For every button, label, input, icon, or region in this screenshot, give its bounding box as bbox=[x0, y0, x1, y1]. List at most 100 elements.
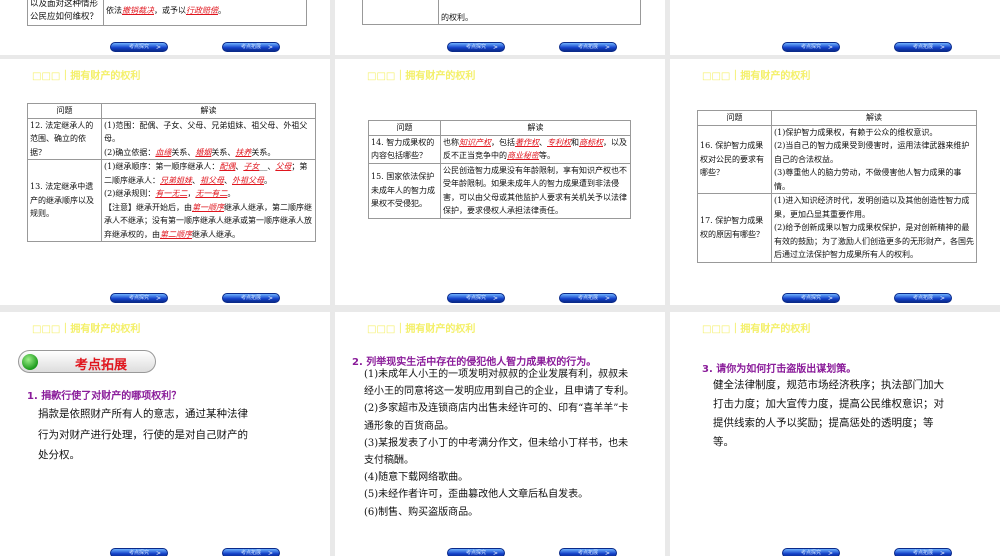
prev-section-button[interactable]: 考点探究 > bbox=[110, 293, 168, 303]
table-row: 12. 法定继承人的范围、确立的依据？ (1)范围：配偶、子女、父母、兄弟姐妹、祖… bbox=[27, 117, 316, 160]
next-section-button[interactable]: 考点拓展 > bbox=[222, 42, 280, 52]
prev-section-button[interactable]: 考点探究 > bbox=[110, 42, 168, 52]
answer-text: 、 bbox=[192, 175, 200, 185]
answer-key-term: 知识产权 bbox=[459, 137, 491, 147]
answer-paragraph: 【注意】继承开始后，由第一顺序继承人继承，第二顺序继承人不继承；没有第一顺序继承… bbox=[104, 201, 313, 242]
next-section-button[interactable]: 考点拓展 > bbox=[894, 42, 952, 52]
answer-text: __、 bbox=[259, 162, 276, 171]
answer-cell: (1)保护智力成果权，有赖于公众的维权意识。 (2)当自己的智力成果受到侵害时，运… bbox=[771, 124, 977, 194]
question-cell: 17. 保护智力成果权的原因有哪些？ bbox=[697, 193, 772, 263]
button-label: 考点探究 bbox=[465, 44, 486, 50]
slide-ip-protection: □□□｜拥有财产的权利 问题 解读 16. 保护智力成果权对公民的要求有哪些？ (1)… bbox=[670, 59, 1000, 305]
answer-text: 依法 bbox=[106, 6, 122, 16]
table-row: 16. 保护智力成果权对公民的要求有哪些？ (1)保护智力成果权，有赖于公众的维权… bbox=[697, 124, 977, 194]
next-section-button[interactable]: 考点拓展 > bbox=[894, 548, 952, 556]
slide-top-left: 以及面对这种情形公民应如何维权？ 依法撤销裁决，或予以行政赔偿。 考点探究 > 考点… bbox=[0, 0, 330, 55]
answer-key-term: 著作权 bbox=[515, 137, 539, 147]
next-section-button[interactable]: 考点拓展 > bbox=[222, 548, 280, 556]
answer-key-term: 有一无二 bbox=[155, 189, 188, 198]
prev-section-button[interactable]: 考点探究 > bbox=[782, 42, 840, 52]
answer-paragraph: (3)尊重他人的脑力劳动，不做侵害他人智力成果的事情。 bbox=[774, 166, 974, 193]
slide-inheritance: □□□｜拥有财产的权利 问题 解读 12. 法定继承人的范围、确立的依据？ (1)范围… bbox=[0, 59, 330, 305]
prev-section-button[interactable]: 考点探究 > bbox=[782, 548, 840, 556]
answer-text: (1)继承顺序：第一顺序继承人： bbox=[104, 162, 220, 171]
answer-paragraph: 也称知识产权，包括著作权、专利权和商标权，以及反不正当竞争中的商业秘密等。 bbox=[443, 136, 628, 163]
prev-section-button[interactable]: 考点探究 > bbox=[447, 293, 505, 303]
next-section-button[interactable]: 考点拓展 > bbox=[894, 293, 952, 303]
answer-text: (3)尊重他人的脑力劳动，不做侵害他人智力成果的事情。 bbox=[774, 168, 962, 191]
button-label: 考点拓展 bbox=[577, 550, 598, 556]
question-cell: 14. 智力成果权的内容包括哪些？ bbox=[368, 134, 441, 164]
answer-key-term: 第一顺序 bbox=[192, 202, 224, 212]
answer-text: (2)当自己的智力成果受到侵害时，运用法律武器来维护自己的合法权益。 bbox=[774, 141, 970, 164]
answer-key-term: 扶养 bbox=[235, 147, 252, 157]
header-title: □□□｜拥有财产的权利 bbox=[32, 324, 141, 335]
answer-key-term: 祖父母 bbox=[200, 175, 224, 185]
answer-text: (2)确立依据： bbox=[104, 147, 156, 157]
button-label: 考点拓展 bbox=[912, 44, 933, 50]
button-label: 考点探究 bbox=[465, 295, 486, 301]
answer-paragraph: (1)进入知识经济时代，发明创造以及其他创造性智力成果，更加凸显其重要作用。 bbox=[774, 194, 974, 221]
answer-cell: 依法撤销裁决，或予以行政赔偿。 bbox=[103, 0, 307, 26]
answer-key-term: 兄弟姐妹 bbox=[160, 175, 192, 185]
header-question: 问题 bbox=[27, 103, 102, 119]
ip-table: 问题 解读 14. 智力成果权的内容包括哪些？ 也称知识产权，包括著作权、专利权和商标… bbox=[368, 120, 631, 219]
answer-key-term: 第二顺序 bbox=[160, 229, 192, 239]
section-badge: 考点拓展 bbox=[18, 350, 156, 373]
green-dot-icon bbox=[22, 354, 38, 370]
next-section-button[interactable]: 考点拓展 > bbox=[222, 293, 280, 303]
answer-cell: 也称知识产权，包括著作权、专利权和商标权，以及反不正当竞争中的商业秘密等。 bbox=[440, 134, 631, 164]
badge-label: 考点拓展 bbox=[75, 358, 128, 373]
prev-section-button[interactable]: 考点探究 > bbox=[782, 293, 840, 303]
answer-text: 关系、 bbox=[211, 147, 236, 157]
list-item: (1)未成年人小王的一项发明对叔叔的企业发展有利，叔叔未经小王的同意将这一发明应… bbox=[364, 369, 634, 398]
slide-extension-1: □□□｜拥有财产的权利 考点拓展 1. 捐款行使了对财产的哪项权利？ 捐款是依照… bbox=[0, 312, 330, 556]
question-1: 1. 捐款行使了对财产的哪项权利？ bbox=[27, 391, 182, 402]
rights-table-partial: 以及面对这种情形公民应如何维权？ 依法撤销裁决，或予以行政赔偿。 bbox=[27, 0, 307, 26]
prev-section-button[interactable]: 考点探究 > bbox=[110, 548, 168, 556]
answer-text: 关系。 bbox=[251, 147, 276, 157]
answer-paragraph: (2)继承规则：有一无二，无一有二。 bbox=[104, 187, 313, 201]
answer-text: (2)继承规则： bbox=[104, 189, 156, 198]
next-section-button[interactable]: 考点拓展 > bbox=[559, 293, 617, 303]
answer-text: ，包括 bbox=[491, 137, 515, 147]
table-row: 15. 国家依法保护未成年人的智力成果权不受侵犯。 公民创造智力成果没有年龄限制，… bbox=[368, 162, 631, 219]
answer-paragraph: (2)当自己的智力成果受到侵害时，运用法律武器来维护自己的合法权益。 bbox=[774, 139, 974, 166]
answer-key-term: 撤销裁决 bbox=[122, 6, 154, 16]
button-label: 考点拓展 bbox=[240, 295, 261, 301]
header-answer: 解读 bbox=[101, 103, 316, 119]
header-title: □□□｜拥有财产的权利 bbox=[367, 71, 476, 82]
button-label: 考点探究 bbox=[128, 295, 149, 301]
answer-text: 【注意】继承开始后，由 bbox=[104, 202, 192, 212]
answer-key-term: 血缘 bbox=[155, 147, 172, 157]
question-cell: 15. 国家依法保护未成年人的智力成果权不受侵犯。 bbox=[368, 162, 441, 219]
answer-text: 等。 bbox=[539, 151, 555, 160]
button-label: 考点探究 bbox=[800, 550, 821, 556]
answer-cell: (1)继承顺序：第一顺序继承人：配偶、子女__、父母；第二顺序继承人：兄弟姐妹、… bbox=[101, 159, 316, 242]
button-label: 考点拓展 bbox=[912, 295, 933, 301]
answer-1: 捐款是依照财产所有人的意志，通过某种法律行为对财产进行处理，行使的是对自己财产的… bbox=[38, 408, 248, 461]
slide-top-mid: 的权利。 考点探究 > 考点拓展 > bbox=[335, 0, 665, 55]
answer-text: 关系、 bbox=[171, 147, 196, 157]
question-cell: 以及面对这种情形公民应如何维权？ bbox=[27, 0, 104, 26]
table-row: 14. 智力成果权的内容包括哪些？ 也称知识产权，包括著作权、专利权和商标权，以及… bbox=[368, 134, 631, 164]
question-cell: 16. 保护智力成果权对公民的要求有哪些？ bbox=[697, 124, 772, 194]
answer-text: 也称 bbox=[443, 137, 459, 147]
header-answer: 解读 bbox=[771, 110, 977, 126]
table-row: 17. 保护智力成果权的原因有哪些？ (1)进入知识经济时代，发明创造以及其他创造… bbox=[697, 193, 977, 263]
slide-extension-3: □□□｜拥有财产的权利 3. 请你为如何打击盗版出谋划策。 健全法律制度，规范市… bbox=[670, 312, 1000, 556]
slide-top-right: 考点探究 > 考点拓展 > bbox=[670, 0, 1000, 55]
list-item: (2)多家超市及连锁商店内出售未经许可的、印有“喜羊羊”卡通形象的百货商品。 bbox=[364, 403, 629, 432]
button-label: 考点拓展 bbox=[577, 295, 598, 301]
answer-key-term: 专利权 bbox=[547, 137, 571, 147]
next-section-button[interactable]: 考点拓展 > bbox=[559, 42, 617, 52]
prev-section-button[interactable]: 考点探究 > bbox=[447, 42, 505, 52]
button-label: 考点探究 bbox=[128, 44, 149, 50]
answer-cell: (1)进入知识经济时代，发明创造以及其他创造性智力成果，更加凸显其重要作用。 (2… bbox=[771, 193, 977, 263]
answer-key-term: 无一有二 bbox=[195, 189, 228, 198]
next-section-button[interactable]: 考点拓展 > bbox=[559, 548, 617, 556]
prev-section-button[interactable]: 考点探究 > bbox=[447, 548, 505, 556]
slide-extension-2: □□□｜拥有财产的权利 2. 列举现实生活中存在的侵犯他人智力成果权的行为。 (… bbox=[335, 312, 665, 556]
answer-paragraph: 公民创造智力成果没有年龄限制，享有知识产权也不受年龄限制。如果未成年人的智力成果… bbox=[443, 164, 628, 218]
answer-paragraph: (1)范围：配偶、子女、父母、兄弟姐妹、祖父母、外祖父母。 bbox=[104, 119, 313, 146]
